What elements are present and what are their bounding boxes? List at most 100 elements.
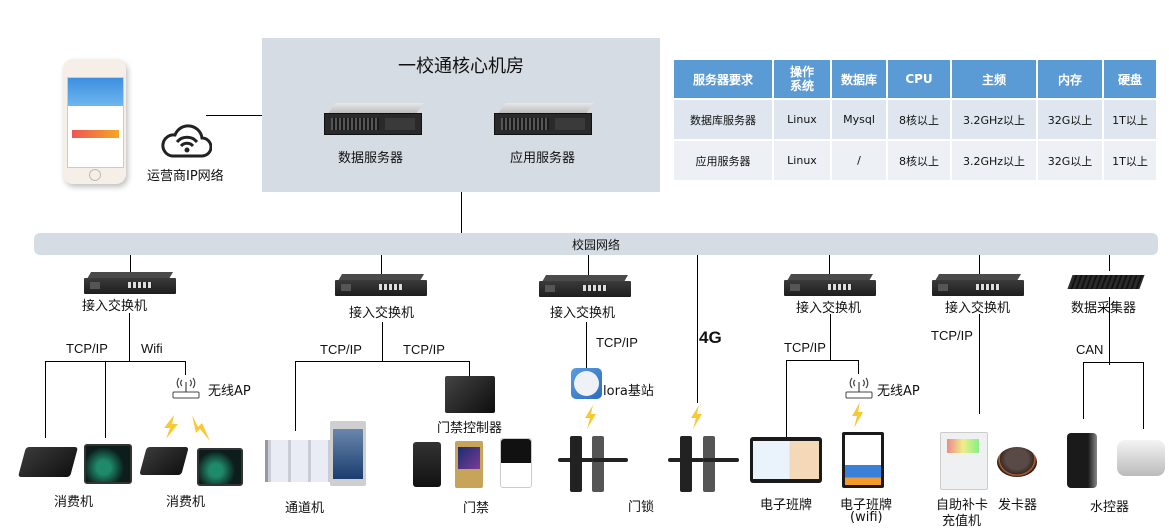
campus-network-label: 校园网络: [571, 238, 620, 252]
device-label: 通道机: [285, 501, 325, 516]
pos-terminal-icon: [17, 447, 79, 477]
table-header: 硬盘: [1104, 60, 1156, 98]
table-cell: Linux: [774, 141, 830, 180]
table-header: 操作 系统: [774, 60, 830, 98]
connector-line: [830, 314, 831, 360]
connector-line: [105, 361, 106, 438]
connector-line: [1109, 297, 1110, 365]
connector-line: [588, 255, 589, 275]
wireless-ap-icon: [844, 374, 874, 404]
connector-line: [45, 361, 186, 362]
device-label: 门禁: [463, 501, 490, 516]
phone-home-button: [89, 169, 101, 181]
server-spec-table: 服务器要求 操作 系统 数据库 CPU 主频 内存 硬盘 数据库服务器 Linux…: [672, 58, 1158, 182]
table-header: 服务器要求: [674, 60, 772, 98]
turnstile-gate-icon: [265, 440, 332, 482]
device-label: 电子班牌: [760, 498, 813, 513]
mobile-app-phone: [63, 59, 126, 184]
connector-line: [295, 361, 469, 362]
table-cell: 32G以上: [1038, 141, 1102, 180]
access-switch-icon: [784, 274, 876, 296]
connector-line: [461, 192, 462, 233]
table-cell: 8核以上: [888, 100, 950, 139]
card-issuer-icon: [997, 447, 1037, 477]
campus-network-bar: 校园网络: [34, 233, 1158, 255]
door-lock-icon: [558, 436, 594, 492]
self-service-kiosk-icon: [940, 432, 988, 490]
rack-server-icon: [494, 103, 594, 137]
switch-label: 接入交换机: [349, 306, 415, 321]
device-label: 发卡器: [998, 498, 1038, 513]
table-header: 主频: [952, 60, 1036, 98]
table-header: 内存: [1038, 60, 1102, 98]
connector-line: [786, 360, 859, 361]
cellular-4g-icon: 4G: [699, 328, 722, 347]
wireless-signal-bolt-icon: [688, 405, 704, 433]
connector-line: [129, 313, 130, 361]
connector-line: [786, 360, 787, 440]
face-recognition-panel-icon: [330, 421, 366, 486]
table-cell: 3.2GHz以上: [952, 100, 1036, 139]
table-cell: Linux: [774, 100, 830, 139]
connector-line: [382, 322, 383, 362]
connector-line: [130, 255, 131, 273]
connector-line: [469, 361, 470, 377]
app-server-label: 应用服务器: [510, 151, 576, 166]
connector-line: [586, 322, 587, 370]
lora-base-station-icon: [571, 368, 602, 399]
pos-screen-terminal-icon: [84, 444, 132, 484]
protocol-label: TCP/IP: [320, 342, 362, 357]
table-cell: 3.2GHz以上: [952, 141, 1036, 180]
pos-terminal-icon: [139, 447, 189, 475]
connector-line: [1083, 362, 1144, 363]
device-label: 水控器: [1090, 500, 1130, 515]
carrier-network-label: 运营商IP网络: [147, 169, 224, 184]
cloud-wifi-icon: [160, 124, 213, 164]
protocol-label: Wifi: [141, 341, 163, 356]
access-switch-icon: [539, 275, 631, 297]
device-label: 充值机: [942, 514, 982, 529]
connector-line: [1143, 362, 1144, 429]
phone-screen: [67, 77, 124, 168]
device-label: 消费机: [54, 495, 94, 510]
wireless-ap-label: 无线AP: [877, 384, 920, 399]
door-lock-icon: [703, 436, 739, 492]
wireless-signal-bolt-icon: [190, 415, 212, 445]
table-cell: 8核以上: [888, 141, 950, 180]
connector-line: [979, 314, 980, 414]
table-cell: 应用服务器: [674, 141, 772, 180]
door-lock-icon: [668, 436, 704, 492]
data-server-label: 数据服务器: [338, 151, 404, 166]
switch-label: 接入交换机: [945, 301, 1011, 316]
table-cell: 数据库服务器: [674, 100, 772, 139]
lora-base-station-label: lora基站: [603, 384, 654, 399]
protocol-label: TCP/IP: [596, 335, 638, 350]
connector-line: [829, 255, 830, 275]
connector-line: [185, 361, 186, 375]
switch-label: 接入交换机: [796, 301, 862, 316]
protocol-label: TCP/IP: [784, 340, 826, 355]
wireless-signal-bolt-icon: [160, 415, 180, 443]
access-switch-icon: [335, 274, 427, 296]
table-row: 数据库服务器 Linux Mysql 8核以上 3.2GHz以上 32G以上 1…: [674, 100, 1156, 139]
wireless-ap-label: 无线AP: [208, 384, 251, 399]
connector-line: [295, 361, 296, 431]
device-label-sub: (wifi): [850, 510, 883, 525]
card-reader-icon: [413, 442, 441, 487]
table-cell: Mysql: [832, 100, 886, 139]
qr-reader-icon: [455, 441, 483, 488]
header-os-line1: 操作: [789, 65, 814, 79]
connector-line: [206, 115, 262, 116]
core-room-title: 一校通核心机房: [398, 56, 524, 77]
access-switch-icon: [932, 274, 1024, 296]
device-label: 门锁: [628, 500, 655, 515]
connector-line: [1083, 362, 1084, 419]
class-board-wifi-icon: [842, 432, 884, 488]
data-collector-icon: [1067, 270, 1145, 290]
access-controller-icon: [445, 376, 495, 413]
pos-screen-terminal-icon: [197, 448, 243, 486]
table-row: 应用服务器 Linux / 8核以上 3.2GHz以上 32G以上 1T以上: [674, 141, 1156, 180]
connector-line: [45, 361, 46, 438]
wireless-ap-icon: [171, 374, 201, 404]
class-board-icon: [750, 437, 822, 483]
